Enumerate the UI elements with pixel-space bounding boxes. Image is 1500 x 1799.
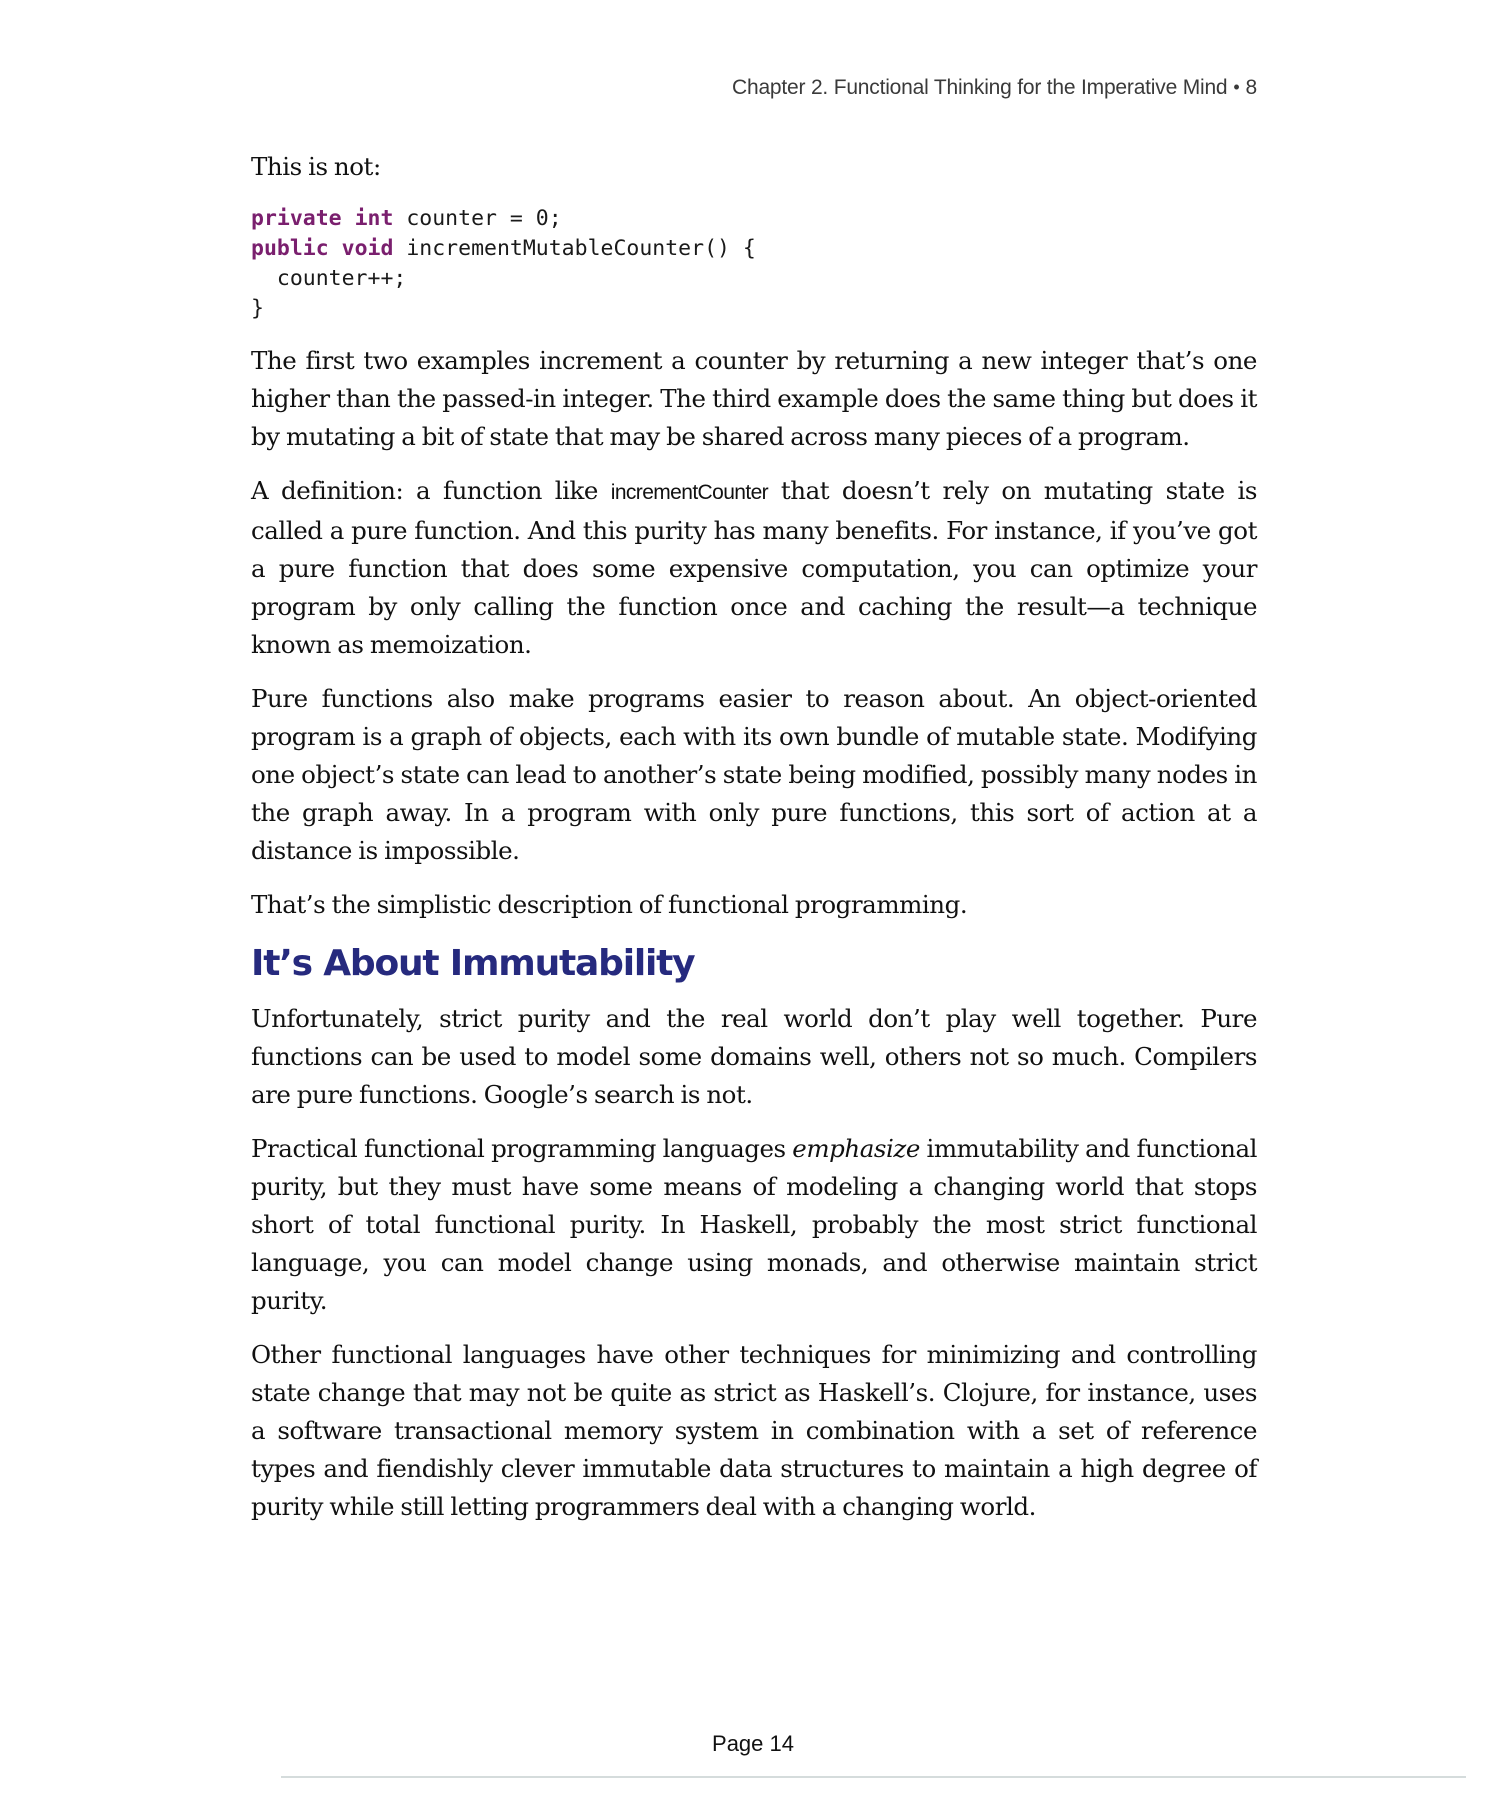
paragraph-text: A definition: a function like — [251, 476, 611, 505]
document-page: Chapter 2. Functional Thinking for the I… — [0, 0, 1500, 1799]
paragraph: That’s the simplistic description of fun… — [251, 890, 968, 919]
code-line: private int counter = 0; — [251, 206, 562, 231]
section-heading: It’s About Immutability — [251, 943, 696, 984]
running-header: Chapter 2. Functional Thinking for the I… — [732, 76, 1257, 100]
footer-divider — [281, 1776, 1466, 1778]
emphasis-text: emphasize — [792, 1134, 920, 1163]
code-line: } — [251, 296, 264, 321]
code-line: public void incrementMutableCounter() { — [251, 236, 756, 261]
paragraph: Other functional languages have other te… — [251, 1340, 1257, 1521]
page-number: Page 14 — [712, 1731, 794, 1756]
code-keyword: void — [341, 236, 394, 261]
code-line: counter++; — [251, 266, 406, 291]
paragraph: Practical functional programming languag… — [251, 1130, 1257, 1320]
inline-code: incrementCounter — [610, 481, 769, 504]
bullet-separator: • — [1233, 77, 1240, 97]
intro-text: This is not: — [251, 152, 381, 181]
code-text: incrementMutableCounter() { — [393, 236, 756, 261]
page-content: This is not: private int counter = 0; pu… — [251, 148, 1257, 1542]
paragraph: Pure functions also make programs easier… — [251, 684, 1257, 865]
book-page-number: 8 — [1245, 76, 1258, 99]
code-text: counter++; — [251, 266, 407, 291]
code-keyword: int — [354, 206, 394, 231]
code-text: counter = 0; — [393, 206, 562, 231]
code-keyword: private — [251, 206, 342, 231]
paragraph: The first two examples increment a count… — [251, 346, 1257, 451]
code-keyword: public — [251, 236, 329, 261]
code-block: private int counter = 0; public void inc… — [251, 204, 1257, 324]
paragraph: Unfortunately, strict purity and the rea… — [251, 1004, 1257, 1109]
paragraph: A definition: a function like incrementC… — [251, 472, 1257, 664]
code-text: } — [251, 296, 264, 321]
paragraph-text: Practical functional programming languag… — [251, 1134, 793, 1163]
chapter-title: Chapter 2. Functional Thinking for the I… — [732, 76, 1228, 99]
